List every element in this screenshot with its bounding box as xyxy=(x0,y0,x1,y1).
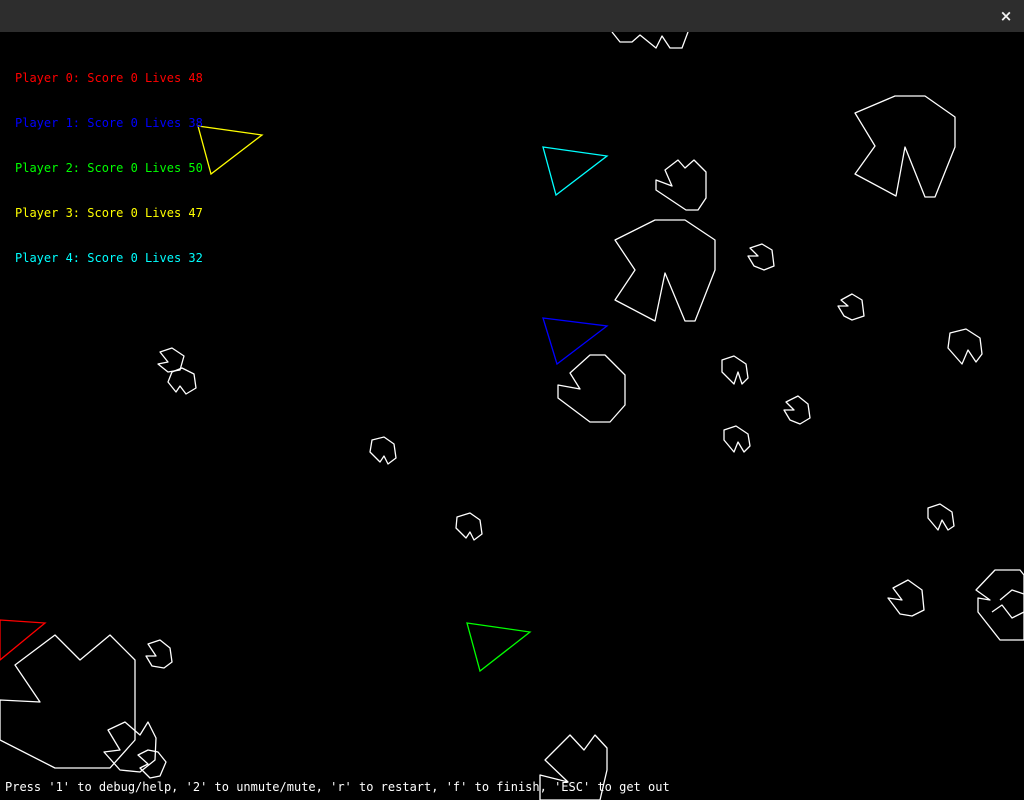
help-text: Press '1' to debug/help, '2' to unmute/m… xyxy=(5,780,670,794)
asteroid xyxy=(854,95,956,198)
player-ship-1 xyxy=(542,317,609,366)
asteroid xyxy=(999,589,1024,601)
player-ship-4 xyxy=(542,146,609,197)
player-3-status: Player 3: Score 0 Lives 47 xyxy=(15,206,203,220)
player-4-status: Player 4: Score 0 Lives 32 xyxy=(15,251,203,265)
asteroid xyxy=(975,569,1024,641)
asteroid xyxy=(723,425,751,453)
asteroid xyxy=(655,159,707,211)
asteroid xyxy=(145,639,173,669)
asteroid xyxy=(137,749,167,779)
player-ship-3 xyxy=(197,125,264,176)
asteroid xyxy=(455,512,483,541)
asteroid xyxy=(721,355,749,385)
asteroid xyxy=(991,604,1024,619)
asteroid xyxy=(947,328,983,365)
asteroid xyxy=(369,436,397,465)
asteroid xyxy=(611,32,689,49)
asteroid xyxy=(0,634,136,769)
close-icon[interactable]: × xyxy=(994,4,1018,28)
asteroid xyxy=(167,367,197,395)
player-0-status: Player 0: Score 0 Lives 48 xyxy=(15,71,203,85)
game-window: × Player 0: Score 0 Lives 48 Player 1: S… xyxy=(0,0,1024,800)
asteroid xyxy=(557,354,626,423)
player-ship-2 xyxy=(466,622,532,673)
asteroid xyxy=(614,219,716,322)
scoreboard: Player 0: Score 0 Lives 48 Player 1: Sco… xyxy=(15,41,203,296)
player-1-status: Player 1: Score 0 Lives 38 xyxy=(15,116,203,130)
asteroid xyxy=(927,503,955,531)
player-ship-0 xyxy=(0,619,47,661)
player-2-status: Player 2: Score 0 Lives 50 xyxy=(15,161,203,175)
asteroid xyxy=(837,293,865,321)
asteroid xyxy=(783,395,811,425)
asteroid xyxy=(747,243,775,271)
asteroid xyxy=(887,579,925,617)
window-titlebar[interactable]: × xyxy=(0,0,1024,32)
